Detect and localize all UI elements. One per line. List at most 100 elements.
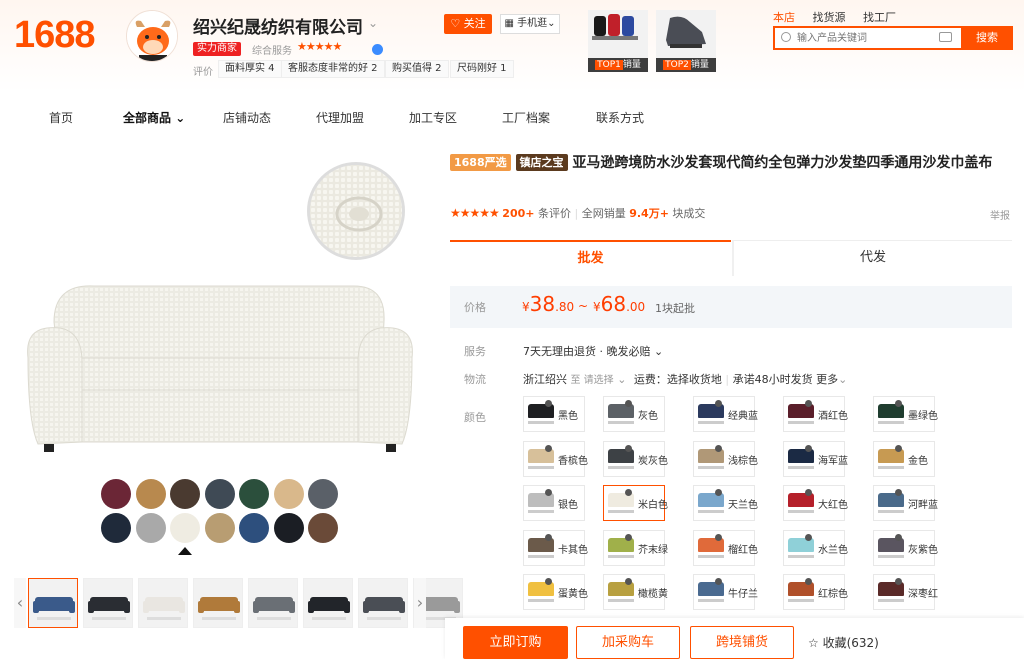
- report-link[interactable]: 举报: [990, 207, 1010, 222]
- tab-wholesale[interactable]: 批发: [450, 240, 731, 276]
- color-option[interactable]: 灰色: [603, 396, 665, 432]
- main-product-image[interactable]: [14, 262, 426, 462]
- search-input[interactable]: [797, 28, 937, 48]
- top-product-2[interactable]: TOP2 销量: [656, 10, 716, 72]
- color-option[interactable]: 香槟色: [523, 440, 588, 477]
- color-option[interactable]: 红棕色: [783, 574, 848, 610]
- thumb-prev-button[interactable]: ‹: [14, 578, 26, 628]
- favorite-button[interactable]: ☆ 收藏(632): [808, 634, 879, 651]
- color-option[interactable]: 蛋黄色: [523, 574, 588, 610]
- top-product-1[interactable]: TOP1 销量: [588, 10, 648, 72]
- logistics-more[interactable]: 更多: [816, 373, 838, 386]
- nav-factory[interactable]: 工厂档案: [502, 109, 550, 126]
- color-option[interactable]: 海军蓝: [783, 440, 848, 477]
- color-thumb-caption: [878, 421, 904, 424]
- color-option[interactable]: 深枣红: [873, 574, 938, 610]
- search-tab-factory[interactable]: 找工厂: [863, 11, 896, 24]
- product-thumbnail[interactable]: [193, 578, 243, 628]
- shipping-promise: 承诺48小时发货: [732, 373, 813, 386]
- color-option[interactable]: 米白色: [603, 485, 668, 521]
- color-swatch[interactable]: [204, 513, 235, 543]
- color-option[interactable]: 卡其色: [523, 529, 588, 566]
- color-option[interactable]: 黑色: [523, 396, 585, 432]
- chevron-down-icon[interactable]: ⌄: [617, 373, 626, 386]
- nav-all-products[interactable]: 全部商品 ⌄: [123, 109, 185, 126]
- color-dot-icon: [545, 578, 552, 585]
- nav-processing[interactable]: 加工专区: [409, 109, 457, 126]
- eval-tag[interactable]: 面料厚实 4: [218, 60, 282, 78]
- mobile-button[interactable]: ▦ 手机逛⌄: [500, 14, 560, 34]
- product-thumbnail[interactable]: [28, 578, 78, 628]
- color-option[interactable]: 浅棕色: [693, 440, 758, 477]
- color-swatch[interactable]: [239, 513, 269, 543]
- service-label: 服务: [464, 345, 486, 358]
- color-swatch[interactable]: [135, 479, 166, 509]
- color-option[interactable]: 灰紫色: [873, 529, 938, 566]
- product-thumbnail[interactable]: [358, 578, 408, 628]
- color-option[interactable]: 水兰色: [783, 529, 848, 566]
- follow-button[interactable]: ♡ 关注: [444, 14, 492, 34]
- tab-dropship[interactable]: 代发: [734, 240, 1012, 276]
- cross-border-button[interactable]: 跨境铺货: [690, 626, 794, 659]
- color-option[interactable]: 金色: [873, 440, 935, 477]
- search-tab-source[interactable]: 找货源: [813, 11, 846, 24]
- search-tab-shop[interactable]: 本店: [773, 11, 795, 24]
- search-button[interactable]: 搜索: [961, 26, 1013, 50]
- color-option[interactable]: 炭灰色: [603, 440, 668, 477]
- color-option[interactable]: 榴红色: [693, 529, 758, 566]
- color-option[interactable]: 酒红色: [783, 396, 848, 432]
- eval-tag[interactable]: 客服态度非常的好 2: [281, 60, 385, 78]
- nav-contact[interactable]: 联系方式: [596, 109, 644, 126]
- chevron-down-icon[interactable]: ⌄: [838, 373, 847, 386]
- product-thumbnail[interactable]: [303, 578, 353, 628]
- color-swatch[interactable]: [308, 479, 338, 509]
- site-logo[interactable]: 1688: [14, 14, 96, 57]
- color-swatch[interactable]: [308, 513, 338, 543]
- color-option[interactable]: 橄榄黄: [603, 574, 668, 610]
- color-option[interactable]: 河畔蓝: [873, 485, 938, 521]
- color-swatch[interactable]: [273, 479, 304, 509]
- review-count[interactable]: 200+: [502, 207, 534, 220]
- color-option[interactable]: 牛仔兰: [693, 574, 758, 610]
- nav-home[interactable]: 首页: [49, 109, 73, 126]
- color-swatch[interactable]: [204, 479, 235, 509]
- color-name: 香槟色: [558, 455, 588, 467]
- logistics-destination[interactable]: 至 请选择: [571, 375, 614, 386]
- color-thumb-caption: [698, 465, 724, 469]
- color-swatch[interactable]: [101, 479, 131, 509]
- thumb-next-button[interactable]: ›: [414, 578, 426, 628]
- color-swatch[interactable]: [170, 479, 200, 509]
- eval-tag[interactable]: 尺码刚好 1: [450, 60, 514, 78]
- nav-news[interactable]: 店铺动态: [223, 109, 271, 126]
- color-swatch[interactable]: [170, 513, 200, 543]
- product-thumbnail[interactable]: [83, 578, 133, 628]
- camera-icon[interactable]: [939, 32, 952, 42]
- color-name: 海军蓝: [818, 455, 848, 467]
- price-low: ¥38.80: [522, 292, 575, 316]
- color-option[interactable]: 墨绿色: [873, 396, 938, 432]
- nav-agency[interactable]: 代理加盟: [316, 109, 364, 126]
- eval-tag[interactable]: 购买值得 2: [385, 60, 449, 78]
- color-option[interactable]: 大红色: [783, 485, 848, 521]
- company-name[interactable]: 绍兴纪晟纺织有限公司: [193, 13, 363, 38]
- color-swatch[interactable]: [101, 513, 131, 543]
- color-swatch[interactable]: [135, 513, 166, 543]
- search-scope-tabs: 本店 找货源 找工厂: [773, 9, 910, 25]
- chevron-down-icon[interactable]: ⌄: [368, 16, 378, 30]
- buy-now-button[interactable]: 立即订购: [463, 626, 568, 659]
- rating-row: ★★★★★ 200+ 条评价 | 全网销量 9.4万+ 块成交: [450, 206, 706, 220]
- shipping-fee: 运费：选择收货地: [633, 373, 722, 386]
- service-text[interactable]: 7天无理由退货 · 晚发必赔 ⌄: [523, 343, 663, 359]
- color-swatch[interactable]: [273, 513, 304, 543]
- score-label: 综合服务: [252, 46, 292, 57]
- color-option[interactable]: 经典蓝: [693, 396, 758, 432]
- price-separator: ~: [578, 299, 589, 313]
- color-option[interactable]: 银色: [523, 485, 585, 521]
- add-to-cart-button[interactable]: 加采购车: [576, 626, 680, 659]
- color-option[interactable]: 芥末绿: [603, 529, 668, 566]
- color-option[interactable]: 天兰色: [693, 485, 758, 521]
- product-thumbnail[interactable]: [138, 578, 188, 628]
- product-thumbnail[interactable]: [248, 578, 298, 628]
- color-swatch[interactable]: [239, 479, 269, 509]
- shop-avatar[interactable]: [126, 10, 178, 62]
